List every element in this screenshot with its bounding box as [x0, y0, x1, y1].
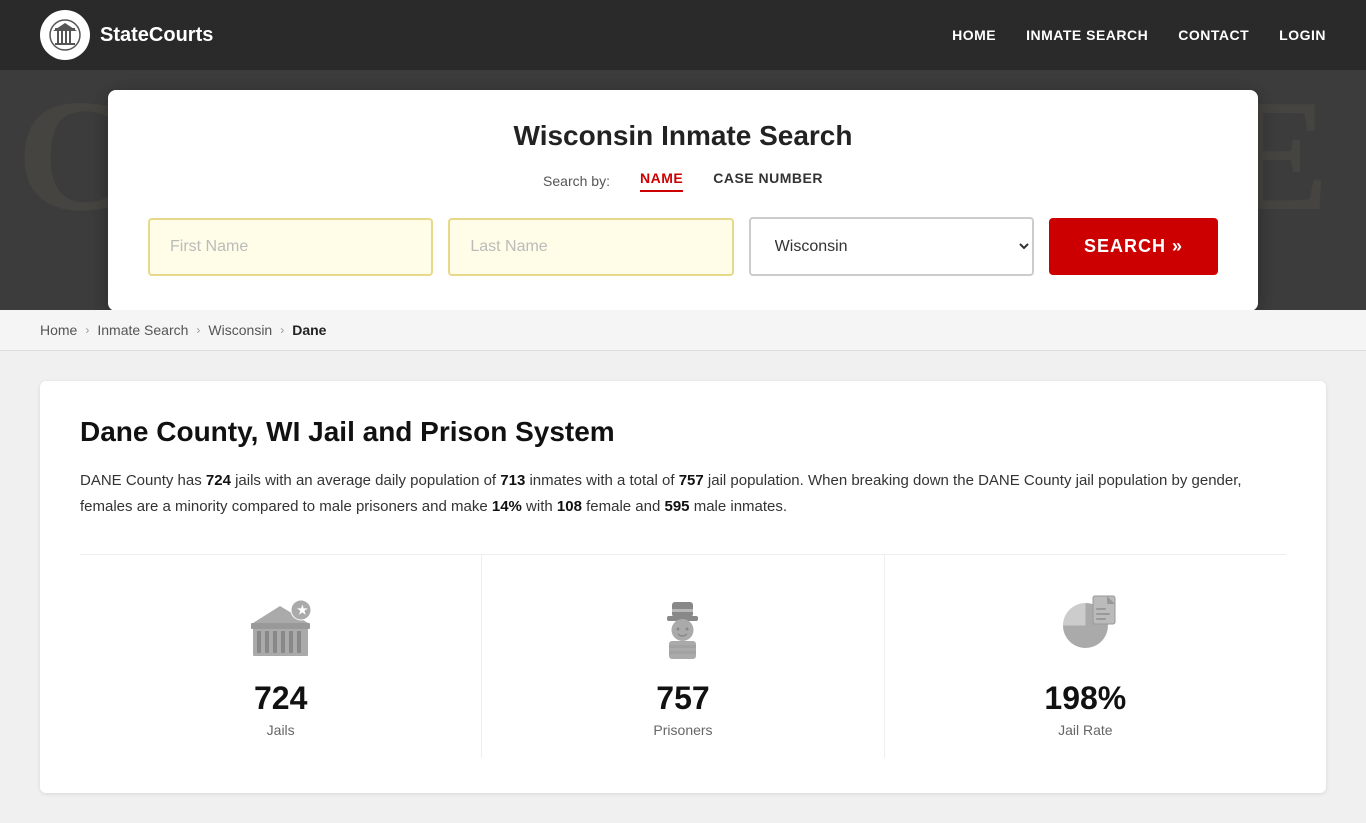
- stat-jails: ★ 724 Jails: [80, 555, 482, 758]
- desc-mid2: inmates with a total of: [525, 472, 678, 489]
- breadcrumb-sep-1: ›: [85, 323, 89, 337]
- last-name-input[interactable]: [448, 218, 733, 276]
- jail-rate-icon: [1045, 585, 1125, 665]
- desc-intro: DANE County has: [80, 472, 206, 489]
- first-name-input[interactable]: [148, 218, 433, 276]
- desc-pop-num: 713: [500, 472, 525, 489]
- breadcrumb-state[interactable]: Wisconsin: [208, 322, 272, 338]
- stats-row: ★ 724 Jails: [80, 554, 1286, 758]
- desc-jails-num: 724: [206, 472, 231, 489]
- svg-text:★: ★: [297, 603, 308, 617]
- breadcrumb-current: Dane: [292, 322, 326, 338]
- search-card-title: Wisconsin Inmate Search: [148, 120, 1218, 152]
- nav-links: HOME INMATE SEARCH CONTACT LOGIN: [952, 27, 1326, 43]
- prisoner-icon: [643, 585, 723, 665]
- state-select[interactable]: Wisconsin Alabama Alaska Arizona: [749, 217, 1034, 276]
- stat-prisoners-label: Prisoners: [653, 722, 712, 738]
- tab-name[interactable]: NAME: [640, 170, 683, 192]
- desc-mid1: jails with an average daily population o…: [231, 472, 500, 489]
- breadcrumb-sep-3: ›: [280, 323, 284, 337]
- breadcrumb: Home › Inmate Search › Wisconsin › Dane: [0, 310, 1366, 351]
- stat-jails-number: 724: [254, 680, 307, 717]
- breadcrumb-home[interactable]: Home: [40, 322, 77, 338]
- search-card: Wisconsin Inmate Search Search by: NAME …: [108, 90, 1258, 310]
- breadcrumb-sep-2: ›: [196, 323, 200, 337]
- desc-male-num: 595: [665, 498, 690, 515]
- desc-total-num: 757: [679, 472, 704, 489]
- desc-mid5: female and: [582, 498, 665, 515]
- nav-inmate-search[interactable]: INMATE SEARCH: [1026, 27, 1148, 43]
- main-content: Dane County, WI Jail and Prison System D…: [0, 351, 1366, 823]
- search-by-label: Search by:: [543, 173, 610, 189]
- logo-text: StateCourts: [100, 24, 213, 47]
- logo-link[interactable]: StateCourts: [40, 10, 213, 60]
- stat-rate-label: Jail Rate: [1058, 722, 1112, 738]
- desc-mid4: with: [522, 498, 557, 515]
- logo-icon: [40, 10, 90, 60]
- navbar: StateCourts HOME INMATE SEARCH CONTACT L…: [0, 0, 1366, 70]
- stat-rate-number: 198%: [1044, 680, 1126, 717]
- stat-jail-rate: 198% Jail Rate: [885, 555, 1286, 758]
- stat-jails-label: Jails: [267, 722, 295, 738]
- desc-end: male inmates.: [690, 498, 788, 515]
- desc-female-num: 108: [557, 498, 582, 515]
- content-card: Dane County, WI Jail and Prison System D…: [40, 381, 1326, 793]
- nav-contact[interactable]: CONTACT: [1178, 27, 1249, 43]
- county-description: DANE County has 724 jails with an averag…: [80, 468, 1286, 519]
- breadcrumb-inmate-search[interactable]: Inmate Search: [97, 322, 188, 338]
- desc-pct: 14%: [492, 498, 522, 515]
- jail-icon: ★: [241, 585, 321, 665]
- search-tabs: Search by: NAME CASE NUMBER: [148, 170, 1218, 192]
- tab-case-number[interactable]: CASE NUMBER: [713, 170, 823, 192]
- stat-prisoners-number: 757: [656, 680, 709, 717]
- county-title: Dane County, WI Jail and Prison System: [80, 416, 1286, 448]
- search-card-wrapper: Wisconsin Inmate Search Search by: NAME …: [0, 70, 1366, 310]
- nav-login[interactable]: LOGIN: [1279, 27, 1326, 43]
- nav-home[interactable]: HOME: [952, 27, 996, 43]
- header: COURTHOUSE StateCourts HOME: [0, 0, 1366, 310]
- search-fields: Wisconsin Alabama Alaska Arizona SEARCH …: [148, 217, 1218, 276]
- stat-prisoners: 757 Prisoners: [482, 555, 884, 758]
- search-button[interactable]: SEARCH »: [1049, 218, 1218, 275]
